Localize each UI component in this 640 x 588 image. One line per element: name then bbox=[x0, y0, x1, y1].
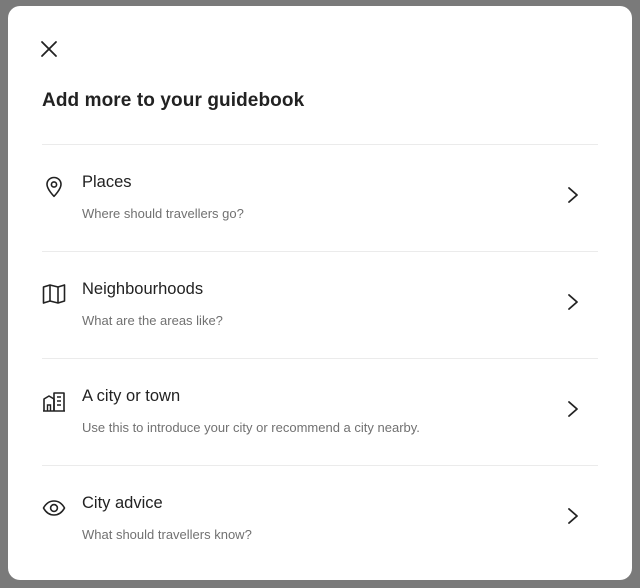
close-button[interactable] bbox=[34, 34, 64, 64]
buildings-icon bbox=[43, 392, 65, 412]
chevron-right-icon bbox=[568, 294, 578, 310]
eye-icon bbox=[42, 500, 66, 516]
guidebook-modal: Add more to your guidebook Places Where … bbox=[8, 6, 632, 580]
chevron-right-icon bbox=[568, 401, 578, 417]
option-subtitle: Use this to introduce your city or recom… bbox=[82, 420, 420, 435]
option-city-or-town[interactable]: A city or town Use this to introduce you… bbox=[42, 358, 598, 465]
option-title: A city or town bbox=[82, 387, 181, 405]
option-title: Neighbourhoods bbox=[82, 280, 204, 298]
chevron-right-icon bbox=[568, 187, 578, 203]
chevron-right-icon bbox=[568, 508, 578, 524]
option-neighbourhoods[interactable]: Neighbourhoods What are the areas like? bbox=[42, 251, 598, 358]
modal-title: Add more to your guidebook bbox=[42, 90, 305, 111]
option-subtitle: What are the areas like? bbox=[82, 313, 223, 328]
close-icon bbox=[41, 41, 57, 57]
map-pin-icon bbox=[46, 176, 62, 198]
option-subtitle: Where should travellers go? bbox=[82, 206, 244, 221]
option-city-advice[interactable]: City advice What should travellers know? bbox=[42, 465, 598, 572]
option-places[interactable]: Places Where should travellers go? bbox=[42, 144, 598, 251]
option-title: Places bbox=[82, 173, 132, 191]
option-subtitle: What should travellers know? bbox=[82, 527, 252, 542]
option-title: City advice bbox=[82, 494, 163, 512]
guidebook-options-list: Places Where should travellers go? Neigh… bbox=[42, 144, 598, 572]
map-icon bbox=[42, 284, 66, 304]
